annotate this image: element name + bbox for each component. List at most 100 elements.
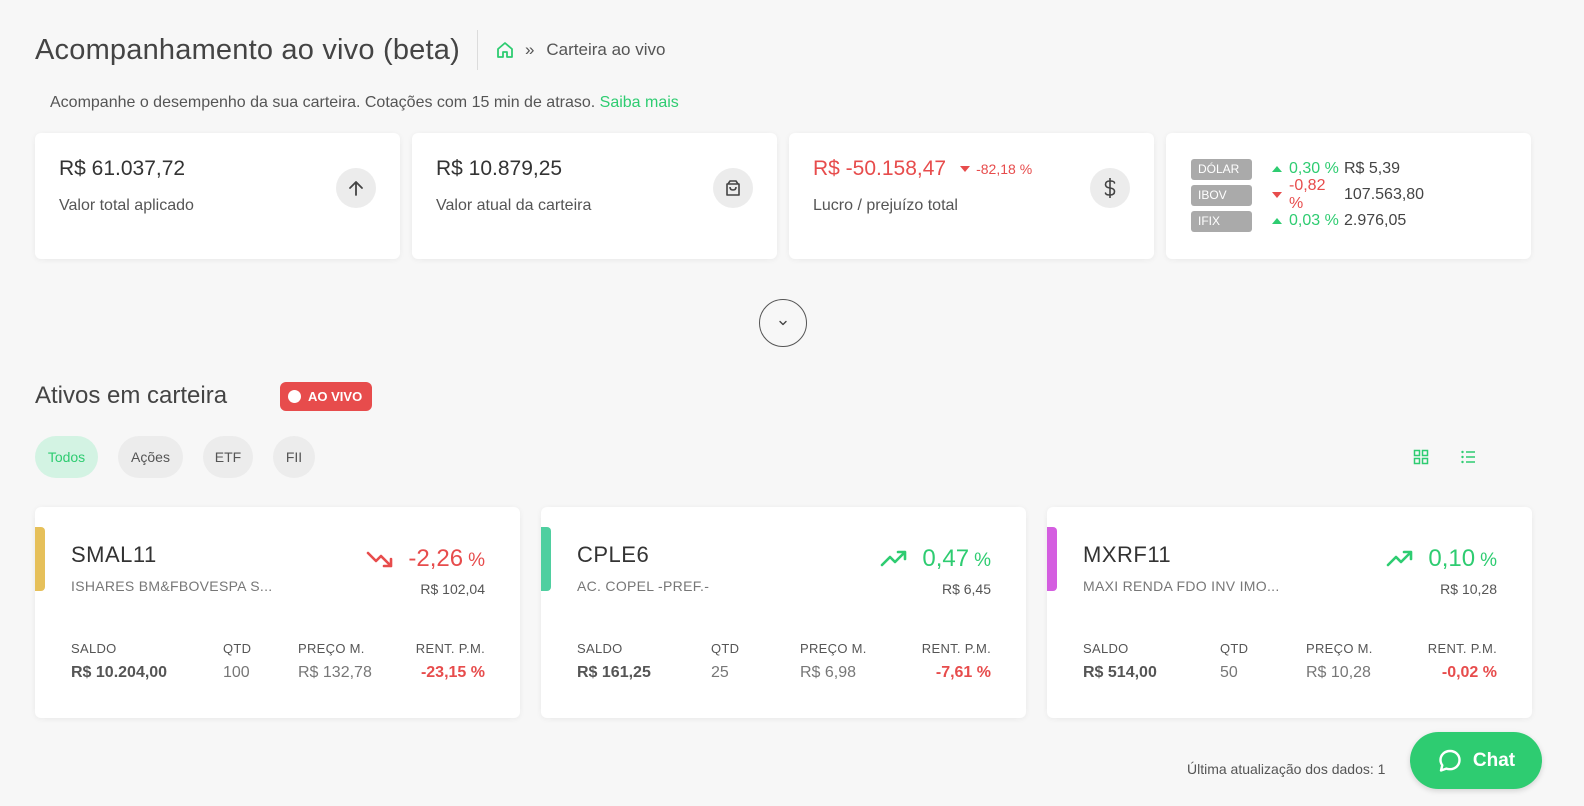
asset-price: R$ 6,45 bbox=[941, 581, 991, 597]
live-dot-icon bbox=[288, 390, 301, 403]
learn-more-link[interactable]: Saiba mais bbox=[600, 94, 679, 111]
stat-rent: RENT. P.M. -0,02 % bbox=[1428, 641, 1497, 682]
asset-name: AC. COPEL -PREF.- bbox=[577, 578, 710, 594]
filter-etf[interactable]: ETF bbox=[203, 436, 253, 478]
stat-value: R$ 161,25 bbox=[577, 664, 651, 681]
index-value: 2.976,05 bbox=[1344, 212, 1407, 229]
page-title: Acompanhamento ao vivo (beta) bbox=[35, 33, 460, 66]
asset-change-pct: % bbox=[974, 549, 991, 571]
index-change-value: 0,03 % bbox=[1289, 212, 1339, 229]
chat-bubble-icon bbox=[1439, 749, 1461, 772]
stat-value: -0,02 % bbox=[1441, 664, 1497, 681]
index-change-value: -0,82 % bbox=[1289, 177, 1326, 212]
breadcrumb: » Carteira ao vivo bbox=[495, 40, 666, 60]
trending-up-icon bbox=[1387, 550, 1413, 567]
stat-rent: RENT. P.M. -7,61 % bbox=[922, 641, 991, 682]
stat-qtd: QTD 50 bbox=[1220, 641, 1248, 682]
stat-value: 25 bbox=[711, 664, 729, 681]
home-icon[interactable] bbox=[495, 40, 515, 60]
caret-down-icon bbox=[1272, 192, 1282, 198]
profit-card: R$ -50.158,47 -82,18 % Lucro / prejuízo … bbox=[789, 133, 1154, 259]
stat-rent: RENT. P.M. -23,15 % bbox=[416, 641, 485, 682]
list-view-icon[interactable] bbox=[1460, 449, 1476, 465]
profit-label: Lucro / prejuízo total bbox=[813, 197, 958, 214]
stat-label: SALDO bbox=[71, 641, 117, 656]
filter-fii[interactable]: FII bbox=[273, 436, 315, 478]
chat-button[interactable]: Chat bbox=[1410, 732, 1542, 789]
caret-up-icon bbox=[1272, 166, 1282, 172]
filter-todos[interactable]: Todos bbox=[35, 436, 98, 478]
profit-value: R$ -50.158,47 bbox=[813, 157, 947, 180]
indices-card: DÓLAR 0,30 % R$ 5,39 IBOV -0,82 % 107.56… bbox=[1166, 133, 1531, 259]
profit-value-row: R$ -50.158,47 -82,18 % bbox=[813, 157, 1032, 181]
current-card: R$ 10.879,25 Valor atual da carteira bbox=[412, 133, 777, 259]
index-change-value: 0,30 % bbox=[1289, 160, 1339, 177]
asset-accent-bar bbox=[541, 527, 551, 591]
page-header: Acompanhamento ao vivo (beta) » Carteira… bbox=[35, 28, 665, 72]
current-label: Valor atual da carteira bbox=[436, 197, 592, 214]
stat-value: 100 bbox=[223, 664, 250, 681]
asset-ticker: SMAL11 bbox=[71, 542, 157, 567]
index-value: R$ 5,39 bbox=[1344, 160, 1401, 177]
trending-down-icon bbox=[367, 551, 393, 568]
grid-view-icon[interactable] bbox=[1413, 449, 1429, 465]
subtitle-text: Acompanhe o desempenho da sua carteira. … bbox=[50, 94, 596, 111]
stat-label: PREÇO M. bbox=[800, 641, 867, 656]
stat-label: RENT. P.M. bbox=[921, 641, 991, 656]
stat-label: QTD bbox=[711, 641, 740, 656]
stat-value: R$ 10.204,00 bbox=[71, 664, 168, 681]
stat-label: PREÇO M. bbox=[298, 641, 365, 656]
index-row-ifix: IFIX 0,03 % 2.976,05 bbox=[1191, 208, 1424, 234]
stat-value: R$ 132,78 bbox=[298, 664, 372, 681]
breadcrumb-current: Carteira ao vivo bbox=[546, 40, 666, 59]
index-badge: DÓLAR bbox=[1191, 158, 1252, 180]
trending-up-icon bbox=[881, 550, 907, 567]
stat-value: R$ 514,00 bbox=[1083, 664, 1157, 681]
stat-qtd: QTD 100 bbox=[223, 641, 251, 682]
indices-table: DÓLAR 0,30 % R$ 5,39 IBOV -0,82 % 107.56… bbox=[1191, 156, 1424, 234]
dollar-icon bbox=[1090, 168, 1130, 208]
stat-label: RENT. P.M. bbox=[1427, 641, 1497, 656]
asset-change-pct: % bbox=[1480, 549, 1497, 571]
shopping-bag-icon bbox=[713, 168, 753, 208]
asset-card-smal11[interactable]: SMAL11 ISHARES BM&FBOVESPA S... -2,26 % … bbox=[35, 507, 520, 718]
chat-button-label: Chat bbox=[1472, 749, 1516, 771]
asset-change: -2,26 % bbox=[366, 545, 485, 573]
index-row-ibov: IBOV -0,82 % 107.563,80 bbox=[1191, 177, 1425, 212]
index-badge: IFIX bbox=[1191, 210, 1252, 232]
invested-card: R$ 61.037,72 Valor total aplicado bbox=[35, 133, 400, 259]
stat-value: 50 bbox=[1220, 664, 1238, 681]
asset-name: ISHARES BM&FBOVESPA S... bbox=[71, 578, 273, 594]
asset-card-cple6[interactable]: CPLE6 AC. COPEL -PREF.- 0,47 % R$ 6,45 S… bbox=[541, 507, 1026, 718]
caret-up-icon bbox=[1272, 218, 1282, 224]
asset-price: R$ 10,28 bbox=[1440, 581, 1497, 597]
live-badge-label: AO VIVO bbox=[308, 389, 363, 404]
stat-saldo: SALDO R$ 161,25 bbox=[577, 641, 651, 682]
asset-ticker: CPLE6 bbox=[577, 542, 650, 567]
arrow-up-icon bbox=[336, 168, 376, 208]
asset-change-value: 0,47 bbox=[922, 545, 970, 572]
stat-label: QTD bbox=[1220, 641, 1249, 656]
stat-preco: PREÇO M. R$ 132,78 bbox=[298, 641, 372, 682]
asset-change: 0,47 % bbox=[880, 545, 991, 573]
asset-change-pct: % bbox=[468, 549, 485, 571]
asset-card-mxrf11[interactable]: MXRF11 MAXI RENDA FDO INV IMO... 0,10 % … bbox=[1047, 507, 1532, 718]
filter-acoes[interactable]: Ações bbox=[118, 436, 183, 478]
index-value: 107.563,80 bbox=[1344, 186, 1425, 203]
asset-accent-bar bbox=[1047, 527, 1057, 591]
asset-change-value: 0,10 bbox=[1428, 545, 1476, 572]
stat-saldo: SALDO R$ 10.204,00 bbox=[71, 641, 167, 682]
invested-value: R$ 61.037,72 bbox=[59, 157, 186, 180]
asset-accent-bar bbox=[35, 527, 45, 591]
caret-down-icon bbox=[960, 166, 971, 172]
asset-filters: Todos Ações ETF FII bbox=[35, 436, 335, 478]
stat-label: PREÇO M. bbox=[1306, 641, 1373, 656]
index-change: 0,03 % bbox=[1252, 212, 1344, 230]
current-value: R$ 10.879,25 bbox=[436, 157, 563, 180]
expand-summary-button[interactable] bbox=[759, 299, 807, 347]
index-change: -0,82 % bbox=[1252, 177, 1344, 213]
stat-saldo: SALDO R$ 514,00 bbox=[1083, 641, 1157, 682]
index-change: 0,30 % bbox=[1252, 160, 1344, 178]
page-subtitle: Acompanhe o desempenho da sua carteira. … bbox=[50, 94, 679, 112]
section-title: Ativos em carteira bbox=[35, 382, 228, 409]
